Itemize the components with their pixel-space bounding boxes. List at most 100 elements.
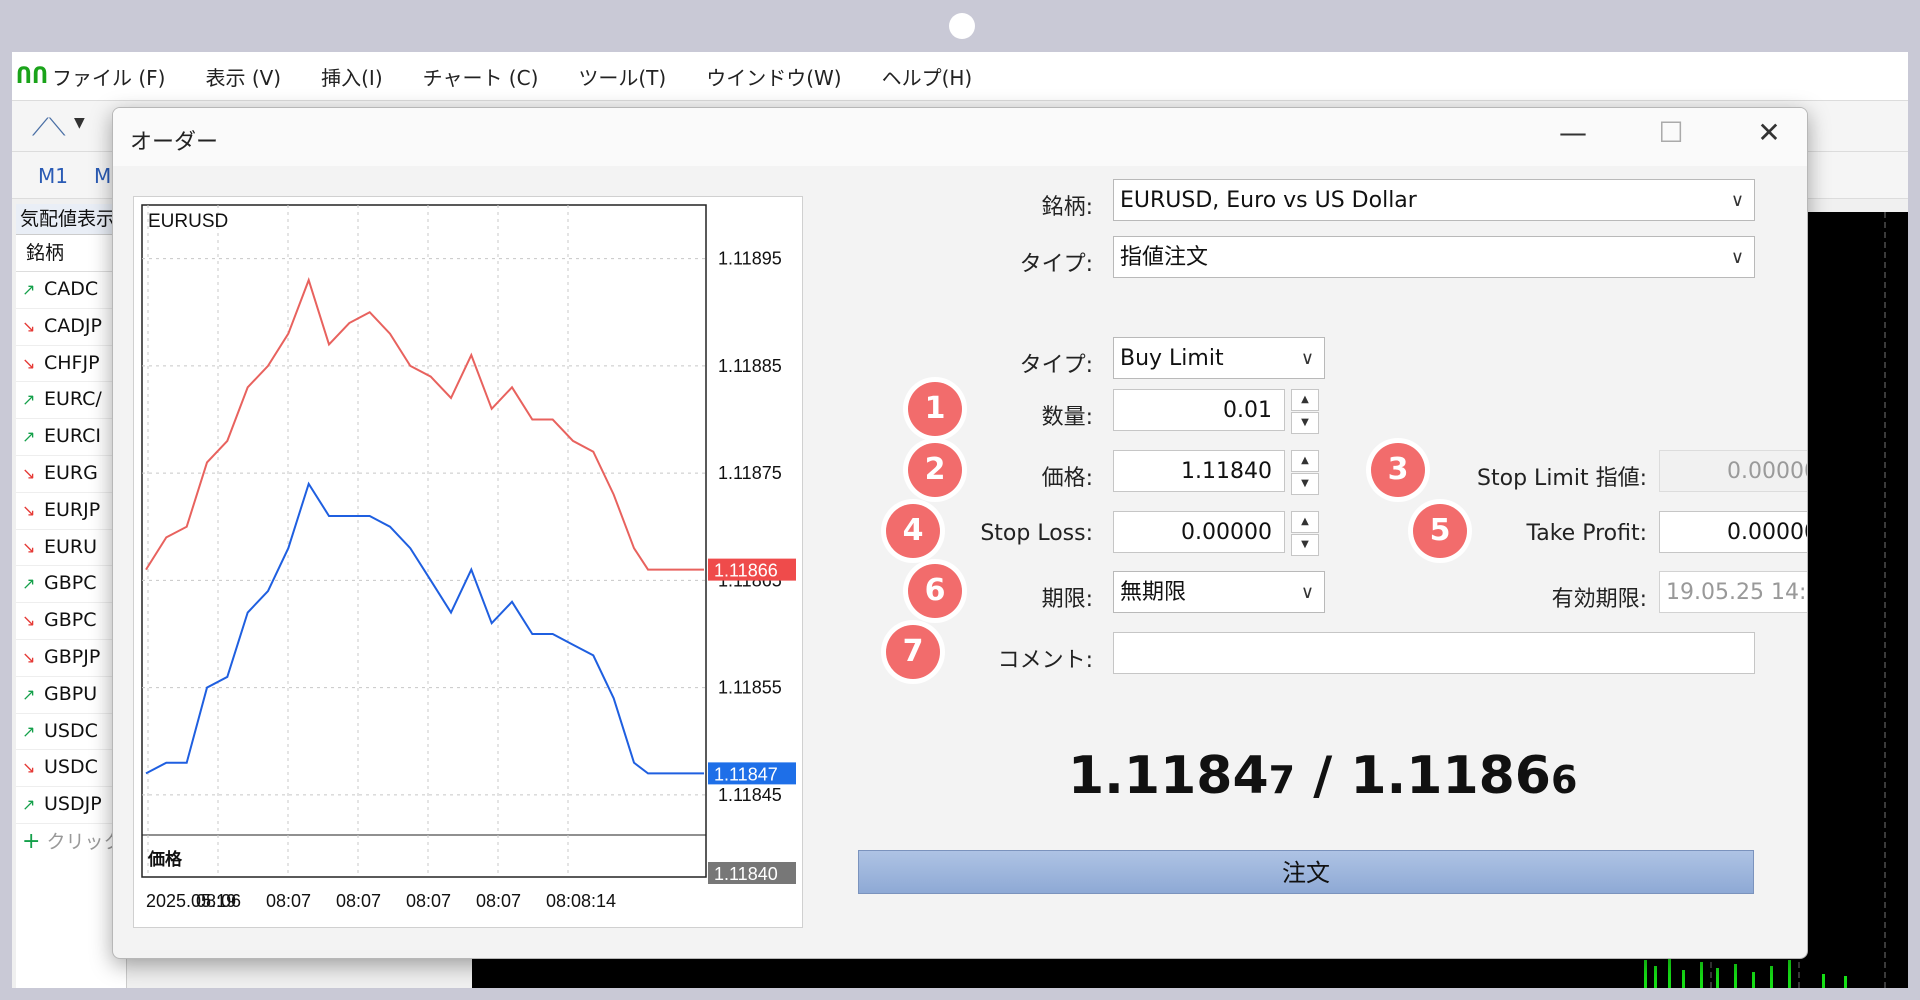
menu-help[interactable]: ヘルプ(H) bbox=[882, 62, 973, 91]
stepper-down-icon[interactable]: ▼ bbox=[1291, 473, 1319, 495]
stop-loss-stepper[interactable]: ▲ ▼ bbox=[1291, 511, 1319, 556]
chart-frame bbox=[141, 204, 707, 878]
app-logo-icon: ՈՈ bbox=[15, 63, 49, 89]
volume-input[interactable]: 0.01 bbox=[1113, 389, 1285, 431]
dialog-titlebar[interactable]: オーダー — ☐ ✕ bbox=[113, 108, 1807, 166]
close-icon[interactable]: ✕ bbox=[1749, 116, 1789, 149]
market-watch-symbol: EURG bbox=[44, 461, 98, 484]
minimize-icon[interactable]: — bbox=[1553, 116, 1593, 149]
expiry-date-picker[interactable]: 19.05.25 14:07∨ bbox=[1659, 571, 1807, 613]
ask-price-pip: 6 bbox=[1551, 758, 1578, 802]
camera-dot bbox=[949, 13, 975, 39]
chart-bar bbox=[1770, 966, 1773, 988]
stop-limit-input[interactable]: 0.00000 bbox=[1659, 450, 1807, 492]
chart-bar bbox=[1668, 958, 1671, 988]
symbol-select[interactable]: EURUSD, Euro vs US Dollar ∨ bbox=[1113, 179, 1755, 221]
stepper-down-icon[interactable]: ▼ bbox=[1291, 412, 1319, 434]
y-tick-label: 1.11875 bbox=[718, 463, 782, 483]
market-watch-row[interactable]: ↗ USDC bbox=[16, 714, 126, 751]
type-label: タイプ: bbox=[1019, 252, 1093, 277]
market-watch-row[interactable]: ↘ GBPC bbox=[16, 603, 126, 640]
arrow-down-icon: ↘ bbox=[22, 316, 36, 336]
expiry-select[interactable]: 無期限 ∨ bbox=[1113, 571, 1325, 613]
expiry-date-label: 有効期限: bbox=[1551, 587, 1647, 612]
menu-tools[interactable]: ツール(T) bbox=[578, 62, 666, 91]
market-watch-row[interactable]: ↗ EURC/ bbox=[16, 382, 126, 420]
timeframe-m1[interactable]: M1 bbox=[38, 164, 68, 188]
chart-bar bbox=[1654, 966, 1657, 988]
stop-limit-label: Stop Limit 指値: bbox=[1477, 466, 1647, 491]
bid-ask-display: 1.11847 / 1.11866 bbox=[1068, 746, 1628, 806]
order-type-select[interactable]: Buy Limit ∨ bbox=[1113, 337, 1325, 379]
market-watch-symbol: CADJP bbox=[44, 314, 102, 337]
market-watch-row[interactable]: ↘ EURU bbox=[16, 530, 126, 567]
market-watch-symbol: GBPJP bbox=[44, 645, 101, 668]
menu-file[interactable]: ファイル (F) bbox=[52, 62, 165, 91]
market-watch-row[interactable]: ↘ EURJP bbox=[16, 493, 126, 530]
y-tick-label: 1.11845 bbox=[718, 785, 782, 805]
arrow-down-icon: ↘ bbox=[22, 463, 36, 483]
market-watch-title: 気配値表示 bbox=[16, 204, 126, 235]
price-input[interactable]: 1.11840 bbox=[1113, 450, 1285, 492]
take-profit-input[interactable]: 0.00000 bbox=[1659, 511, 1807, 553]
menu-bar: ՈՈ ファイル (F) 表示 (V) 挿入(I) チャート (C) ツール(T)… bbox=[12, 52, 1908, 101]
volume-stepper[interactable]: ▲ ▼ bbox=[1291, 389, 1319, 434]
x-tick-label: 08:07 bbox=[266, 891, 311, 911]
market-watch-row[interactable]: ↘ USDC bbox=[16, 750, 126, 788]
type-select-value: 指値注文 bbox=[1120, 245, 1209, 270]
market-watch-add[interactable]: + クリック bbox=[16, 824, 126, 860]
chart-grid-line bbox=[1884, 212, 1886, 988]
place-order-button[interactable]: 注文 bbox=[858, 850, 1754, 894]
bid-price-pip: 7 bbox=[1268, 758, 1296, 802]
type-select[interactable]: 指値注文 ∨ bbox=[1113, 236, 1755, 278]
x-tick-label: 08:08:14 bbox=[546, 891, 616, 911]
comment-label: コメント: bbox=[997, 648, 1093, 673]
market-watch-symbol: GBPC bbox=[44, 572, 97, 595]
chart-bar bbox=[1844, 976, 1847, 988]
market-watch-row[interactable]: ↘ EURG bbox=[16, 456, 126, 493]
market-watch-row[interactable]: ↗ GBPC bbox=[16, 566, 126, 604]
stop-loss-input[interactable]: 0.00000 bbox=[1113, 511, 1285, 553]
menu-window[interactable]: ウインドウ(W) bbox=[706, 62, 841, 91]
market-watch-row[interactable]: ↘ CHFJP bbox=[16, 346, 126, 383]
chevron-down-icon[interactable]: ▼ bbox=[74, 115, 85, 131]
menu-view[interactable]: 表示 (V) bbox=[205, 62, 281, 91]
x-tick-label: 08:07 bbox=[406, 891, 451, 911]
chevron-down-icon: ∨ bbox=[1730, 247, 1744, 268]
arrow-down-icon: ↘ bbox=[22, 611, 36, 631]
badge-3: 3 bbox=[1371, 443, 1425, 497]
market-watch-row[interactable]: ↘ CADJP bbox=[16, 309, 126, 346]
timeframe-m[interactable]: M bbox=[94, 164, 111, 188]
comment-input[interactable] bbox=[1113, 632, 1755, 674]
market-watch-symbol: EURJP bbox=[44, 498, 101, 521]
price-stepper[interactable]: ▲ ▼ bbox=[1291, 450, 1319, 495]
maximize-icon[interactable]: ☐ bbox=[1651, 116, 1691, 149]
order-type-select-value: Buy Limit bbox=[1120, 346, 1224, 371]
stepper-up-icon[interactable]: ▲ bbox=[1291, 511, 1319, 533]
arrow-down-icon: ↘ bbox=[22, 353, 36, 373]
stepper-up-icon[interactable]: ▲ bbox=[1291, 389, 1319, 411]
market-watch-row[interactable]: ↘ GBPJP bbox=[16, 640, 126, 677]
arrow-down-icon: ↘ bbox=[22, 758, 36, 778]
menu-chart[interactable]: チャート (C) bbox=[423, 62, 539, 91]
badge-5: 5 bbox=[1413, 504, 1467, 558]
x-tick-label: 08:07 bbox=[336, 891, 381, 911]
menu-insert[interactable]: 挿入(I) bbox=[321, 62, 383, 91]
y-tick-label: 1.11895 bbox=[718, 249, 782, 269]
chart-bar bbox=[1822, 974, 1825, 988]
stop-loss-label: Stop Loss: bbox=[980, 521, 1093, 546]
price-label: 価格: bbox=[1041, 466, 1093, 491]
chart-bar bbox=[1644, 960, 1647, 988]
arrow-up-icon: ↗ bbox=[22, 427, 36, 447]
line-chart-icon[interactable]: ⟋⟍ bbox=[32, 113, 66, 141]
market-watch-column-symbol[interactable]: 銘柄 bbox=[16, 235, 126, 272]
market-watch-row[interactable]: ↗ EURCI bbox=[16, 419, 126, 456]
bid-price: 1.1184 bbox=[1068, 746, 1269, 806]
chart-bar bbox=[1716, 968, 1719, 988]
market-watch-row[interactable]: ↗ GBPU bbox=[16, 677, 126, 714]
market-watch-row[interactable]: ↗ USDJP bbox=[16, 787, 126, 824]
market-watch-row[interactable]: ↗ CADC bbox=[16, 272, 126, 309]
market-watch-symbol: GBPU bbox=[44, 682, 98, 705]
stepper-down-icon[interactable]: ▼ bbox=[1291, 534, 1319, 556]
stepper-up-icon[interactable]: ▲ bbox=[1291, 450, 1319, 472]
